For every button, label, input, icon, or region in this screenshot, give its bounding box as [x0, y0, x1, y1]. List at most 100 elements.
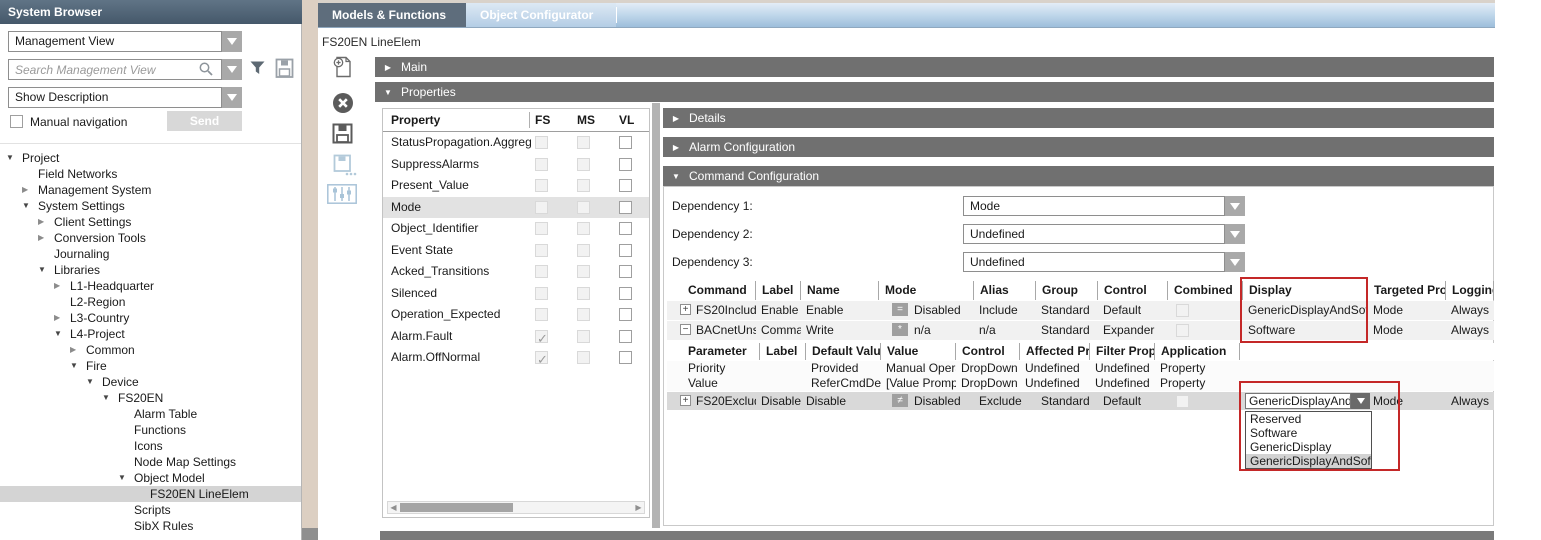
- column-header-ms[interactable]: MS: [577, 109, 595, 131]
- panel-divider[interactable]: [302, 0, 318, 540]
- column-header-property[interactable]: Property: [391, 109, 440, 131]
- column-header-alias[interactable]: Alias: [974, 281, 1036, 300]
- chevron-down-icon[interactable]: [1225, 196, 1245, 216]
- vl-checkbox[interactable]: [619, 179, 632, 192]
- column-header-control[interactable]: Control: [956, 343, 1020, 360]
- fs-checkbox[interactable]: [535, 136, 548, 149]
- vl-checkbox[interactable]: [619, 244, 632, 257]
- search-input[interactable]: [8, 59, 222, 80]
- display-combobox[interactable]: GenericDisplayAnd: [1245, 393, 1351, 409]
- ms-checkbox[interactable]: [577, 330, 590, 343]
- ms-checkbox[interactable]: [577, 265, 590, 278]
- column-header-label[interactable]: Label: [760, 343, 806, 360]
- tree-item-l1-headquarter[interactable]: ▶L1-Headquarter: [0, 278, 301, 294]
- fs-checkbox[interactable]: [535, 351, 548, 364]
- expanded-arrow-icon[interactable]: ▼: [86, 374, 102, 390]
- expanded-arrow-icon[interactable]: ▼: [54, 326, 70, 342]
- tree-item-libraries[interactable]: ▼Libraries: [0, 262, 301, 278]
- tab-object-configurator[interactable]: Object Configurator: [466, 3, 616, 27]
- combined-checkbox[interactable]: [1176, 304, 1189, 317]
- section-details[interactable]: ▶Details: [663, 108, 1494, 128]
- vl-checkbox[interactable]: [619, 222, 632, 235]
- fs-checkbox[interactable]: [535, 179, 548, 192]
- property-row-statuspropagation-aggregate[interactable]: StatusPropagation.Aggregate: [383, 132, 649, 154]
- ms-checkbox[interactable]: [577, 136, 590, 149]
- ms-checkbox[interactable]: [577, 244, 590, 257]
- dependency-dropdown[interactable]: Undefined: [963, 224, 1225, 244]
- tree-item-common[interactable]: ▶Common: [0, 342, 301, 358]
- ms-checkbox[interactable]: [577, 158, 590, 171]
- expanded-arrow-icon[interactable]: ▼: [22, 198, 38, 214]
- fs-checkbox[interactable]: [535, 158, 548, 171]
- command-row-bacnetunsigned[interactable]: −BACnetUnsignedCommandWrite*n/an/aStanda…: [667, 321, 1494, 340]
- parameter-row-priority[interactable]: PriorityProvidedManual OperatorDropDownU…: [667, 361, 1494, 376]
- tree-item-management-system[interactable]: ▶Management System: [0, 182, 301, 198]
- tree-item-object-model[interactable]: ▼Object Model: [0, 470, 301, 486]
- column-header-affected-prop[interactable]: Affected Prop: [1020, 343, 1090, 360]
- expanded-arrow-icon[interactable]: ▼: [6, 150, 22, 166]
- column-header-fs[interactable]: FS: [535, 109, 550, 131]
- view-selector[interactable]: Management View: [8, 31, 222, 52]
- property-row-mode[interactable]: Mode: [383, 197, 649, 219]
- property-row-alarm-fault[interactable]: Alarm.Fault: [383, 326, 649, 348]
- combined-checkbox[interactable]: [1176, 395, 1189, 408]
- combined-checkbox[interactable]: [1176, 324, 1189, 337]
- property-row-suppressalarms[interactable]: SuppressAlarms: [383, 154, 649, 176]
- fs-checkbox[interactable]: [535, 308, 548, 321]
- expanded-arrow-icon[interactable]: ▼: [70, 358, 86, 374]
- ms-checkbox[interactable]: [577, 308, 590, 321]
- tree-item-icons[interactable]: Icons: [0, 438, 301, 454]
- save-search-icon[interactable]: [275, 58, 294, 79]
- fs-checkbox[interactable]: [535, 244, 548, 257]
- tree-item-project[interactable]: ▼Project: [0, 150, 301, 166]
- tree-item-client-settings[interactable]: ▶Client Settings: [0, 214, 301, 230]
- scrollbar-thumb[interactable]: [400, 503, 513, 512]
- tree-item-system-settings[interactable]: ▼System Settings: [0, 198, 301, 214]
- new-node-icon[interactable]: [333, 56, 353, 78]
- collapsed-arrow-icon[interactable]: ▶: [70, 342, 86, 358]
- section-properties[interactable]: ▼Properties: [375, 82, 1494, 102]
- column-header-value[interactable]: Value: [881, 343, 956, 360]
- dropdown-option-genericdisplayandsoftware[interactable]: GenericDisplayAndSoftware: [1246, 454, 1371, 468]
- expand-icon[interactable]: +: [680, 304, 691, 315]
- section-command-configuration[interactable]: ▼Command Configuration: [663, 166, 1494, 186]
- tree-item-fs20en[interactable]: ▼FS20EN: [0, 390, 301, 406]
- collapsed-arrow-icon[interactable]: ▶: [54, 278, 70, 294]
- expanded-arrow-icon[interactable]: ▼: [118, 470, 134, 486]
- filter-icon[interactable]: [249, 60, 266, 76]
- fs-checkbox[interactable]: [535, 287, 548, 300]
- ms-checkbox[interactable]: [577, 179, 590, 192]
- discard-icon[interactable]: [332, 92, 354, 114]
- scroll-right-arrow-icon[interactable]: ▶: [633, 502, 644, 513]
- tree-item-conversion-tools[interactable]: ▶Conversion Tools: [0, 230, 301, 246]
- chevron-down-icon[interactable]: [1225, 224, 1245, 244]
- chevron-down-icon[interactable]: [222, 59, 242, 80]
- save-icon[interactable]: [332, 123, 353, 144]
- vl-checkbox[interactable]: [619, 201, 632, 214]
- horizontal-scrollbar[interactable]: ◀ ▶: [387, 501, 645, 514]
- dropdown-option-reserved[interactable]: Reserved: [1246, 412, 1371, 426]
- property-row-acked-transitions[interactable]: Acked_Transitions: [383, 261, 649, 283]
- scroll-left-arrow-icon[interactable]: ◀: [388, 502, 399, 513]
- property-row-event-state[interactable]: Event State: [383, 240, 649, 262]
- dropdown-option-software[interactable]: Software: [1246, 426, 1371, 440]
- tree-item-l3-country[interactable]: ▶L3-Country: [0, 310, 301, 326]
- chevron-down-icon[interactable]: [222, 87, 242, 108]
- fs-checkbox[interactable]: [535, 222, 548, 235]
- chevron-down-icon[interactable]: [222, 31, 242, 52]
- column-header-application[interactable]: Application: [1155, 343, 1240, 360]
- vl-checkbox[interactable]: [619, 351, 632, 364]
- property-row-present-value[interactable]: Present_Value: [383, 175, 649, 197]
- column-header-parameter[interactable]: Parameter: [674, 343, 760, 360]
- vl-checkbox[interactable]: [619, 265, 632, 278]
- ms-checkbox[interactable]: [577, 201, 590, 214]
- column-header-targeted-prop[interactable]: Targeted Prop: [1368, 281, 1446, 300]
- column-header-combined[interactable]: Combined: [1168, 281, 1243, 300]
- vl-checkbox[interactable]: [619, 158, 632, 171]
- ms-checkbox[interactable]: [577, 287, 590, 300]
- expanded-arrow-icon[interactable]: ▼: [102, 390, 118, 406]
- column-header-default-value[interactable]: Default Value: [806, 343, 881, 360]
- vl-checkbox[interactable]: [619, 287, 632, 300]
- tree-item-field-networks[interactable]: Field Networks: [0, 166, 301, 182]
- property-row-object-identifier[interactable]: Object_Identifier: [383, 218, 649, 240]
